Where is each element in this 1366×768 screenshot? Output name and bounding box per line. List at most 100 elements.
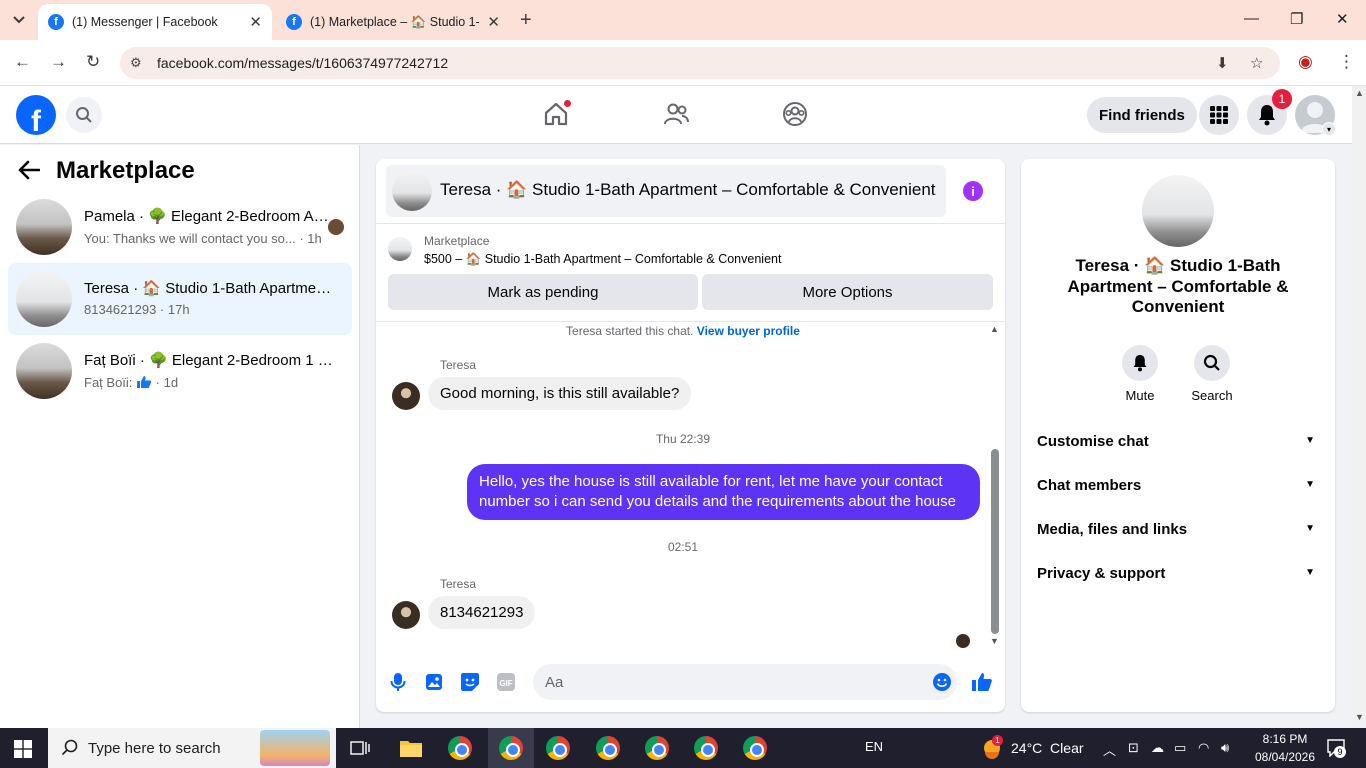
preview-sender: Faț Boïi: (84, 375, 133, 390)
windows-taskbar: Type here to search EN 1 24°C Clear ︿ ⊡ … (0, 728, 1366, 768)
groups-icon[interactable] (781, 100, 809, 128)
photo-icon[interactable] (423, 671, 445, 693)
view-buyer-profile-link[interactable]: View buyer profile (697, 324, 800, 338)
conversation-item-fat-boii[interactable]: Faț Boïi · 🌳 Elegant 2-Bedroom 1 Bath Fa… (8, 339, 352, 403)
clock-time[interactable]: 8:16 PM (1256, 732, 1314, 746)
section-chat-members[interactable]: Chat members ▼ (1037, 477, 1319, 494)
account-menu-chevron-icon[interactable]: ▾ (1322, 122, 1336, 136)
install-app-icon[interactable]: ⬇ (1216, 54, 1229, 72)
forward-icon[interactable]: → (50, 52, 67, 72)
section-customise-chat[interactable]: Customise chat ▼ (1037, 433, 1319, 450)
chat-scrollbar[interactable]: ▲ ▼ (988, 324, 1002, 649)
chrome-taskbar-icon[interactable] (692, 734, 720, 762)
site-settings-icon[interactable]: ⚙ (130, 55, 142, 71)
message-sender: Teresa (440, 577, 477, 591)
taskbar-search-box[interactable]: Type here to search (48, 728, 336, 768)
chrome-taskbar-icon[interactable] (446, 734, 474, 762)
scroll-down-icon[interactable]: ▼ (990, 636, 999, 646)
back-arrow-icon[interactable] (18, 159, 41, 187)
facebook-logo-icon[interactable]: f (16, 95, 56, 135)
tab-title: (1) Marketplace – 🏠 Studio 1-Bath Apartm… (310, 14, 480, 29)
wifi-icon[interactable]: ◠ (1198, 740, 1209, 756)
profile-icon[interactable]: ◉ (1298, 52, 1313, 72)
conversation-name: Teresa · 🏠 Studio 1-Bath Apartment – Com… (84, 280, 334, 297)
chrome-taskbar-icon[interactable] (594, 734, 622, 762)
show-hidden-icons-chevron-icon[interactable]: ︿ (1103, 740, 1116, 759)
like-thumbs-up-icon[interactable] (971, 671, 993, 693)
message-input[interactable] (533, 664, 957, 700)
conversation-preview: 8134621293 · 17h (84, 302, 190, 317)
message-composer: GIF (376, 657, 1005, 707)
find-friends-button[interactable]: Find friends (1087, 97, 1197, 133)
scroll-up-icon[interactable]: ▲ (1355, 88, 1364, 98)
read-receipt-avatar (328, 219, 344, 235)
mute-action[interactable]: Mute (1110, 345, 1170, 403)
omnibox[interactable]: ⚙ facebook.com/messages/t/16063749772427… (120, 47, 1280, 79)
section-privacy-support[interactable]: Privacy & support ▼ (1037, 565, 1319, 582)
conversation-info-icon[interactable]: i (963, 181, 983, 201)
weather-text[interactable]: 24°C Clear (1011, 740, 1084, 756)
input-language[interactable]: EN (865, 739, 883, 754)
minimize-icon[interactable]: — (1244, 10, 1259, 27)
back-icon[interactable]: ← (14, 52, 31, 72)
sender-avatar[interactable] (392, 382, 420, 410)
microphone-icon[interactable] (387, 671, 409, 693)
close-tab-icon[interactable]: ✕ (487, 13, 500, 31)
conversation-item-pamela[interactable]: Pamela · 🌳 Elegant 2-Bedroom Apartment Y… (8, 195, 352, 259)
file-explorer-icon[interactable] (397, 734, 425, 762)
onedrive-cloud-icon[interactable]: ☁ (1151, 740, 1164, 756)
close-window-icon[interactable]: ✕ (1336, 10, 1349, 28)
search-label: Search (1191, 388, 1233, 403)
meet-now-icon[interactable]: ⊡ (1128, 740, 1139, 756)
outgoing-message[interactable]: Hello, yes the house is still available … (467, 464, 980, 520)
search-highlight-illustration (260, 730, 330, 766)
restore-icon[interactable]: ❐ (1290, 10, 1303, 28)
chrome-taskbar-icon-active[interactable] (488, 728, 534, 768)
listing-thumbnail (16, 271, 72, 327)
listing-price-title[interactable]: $500 – 🏠 Studio 1-Bath Apartment – Comfo… (424, 252, 781, 267)
listing-thumbnail (392, 171, 432, 211)
incoming-message[interactable]: Good morning, is this still available? (428, 377, 692, 410)
battery-icon[interactable]: ▭ (1174, 740, 1186, 756)
page-scrollbar[interactable]: ▲ ▼ (1352, 86, 1366, 728)
browser-tab-messenger[interactable]: f (1) Messenger | Facebook ✕ (38, 4, 272, 40)
scroll-thumb[interactable] (991, 449, 999, 634)
section-label: Privacy & support (1037, 565, 1166, 582)
more-menu-icon[interactable]: ⋮ (1338, 52, 1355, 72)
windows-start-icon[interactable] (14, 740, 32, 758)
scroll-down-icon[interactable]: ▼ (1355, 712, 1364, 722)
reload-icon[interactable]: ↻ (86, 52, 100, 72)
chrome-taskbar-icon[interactable] (643, 734, 671, 762)
chevron-down-icon (13, 16, 25, 24)
chrome-taskbar-icon[interactable] (741, 734, 769, 762)
close-tab-icon[interactable]: ✕ (249, 13, 262, 31)
sticker-icon[interactable] (459, 671, 481, 693)
friends-icon[interactable] (662, 100, 690, 128)
more-options-button[interactable]: More Options (702, 274, 993, 310)
browser-tab-marketplace[interactable]: f (1) Marketplace – 🏠 Studio 1-Bath Apar… (276, 4, 510, 40)
section-media-files-links[interactable]: Media, files and links ▼ (1037, 521, 1319, 538)
conversation-item-teresa[interactable]: Teresa · 🏠 Studio 1-Bath Apartment – Com… (8, 263, 352, 335)
bookmark-star-icon[interactable]: ☆ (1250, 54, 1263, 72)
clock-date[interactable]: 08/04/2026 (1248, 750, 1322, 764)
search-action[interactable]: Search (1182, 345, 1242, 403)
chat-started-text: Teresa started this chat. (566, 324, 694, 338)
chevron-down-icon: ▼ (1305, 567, 1315, 578)
gif-icon[interactable]: GIF (495, 671, 517, 693)
mark-as-pending-button[interactable]: Mark as pending (388, 274, 698, 310)
divider (376, 223, 1005, 224)
emoji-icon[interactable] (931, 671, 953, 693)
sender-avatar[interactable] (392, 601, 420, 629)
chrome-taskbar-icon[interactable] (544, 734, 572, 762)
chat-header[interactable]: Teresa · 🏠 Studio 1-Bath Apartment – Com… (386, 165, 946, 217)
menu-button[interactable] (1199, 95, 1239, 135)
incoming-message[interactable]: 8134621293 (428, 596, 536, 629)
tab-search-button[interactable] (6, 8, 32, 32)
chevron-down-icon: ▼ (1305, 523, 1315, 534)
new-tab-button[interactable]: + (520, 9, 532, 32)
task-view-icon[interactable] (346, 734, 374, 762)
search-button[interactable] (66, 97, 102, 133)
volume-icon[interactable]: 🔊︎ (1221, 740, 1229, 756)
address-bar: ← → ↻ ⚙ facebook.com/messages/t/16063749… (0, 40, 1366, 86)
scroll-up-icon[interactable]: ▲ (990, 324, 999, 334)
